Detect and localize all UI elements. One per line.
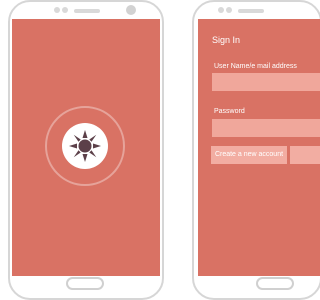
sensor-dot <box>226 7 232 13</box>
sensor-dot <box>54 7 60 13</box>
username-label: User Name/e mail address <box>214 63 297 70</box>
speaker <box>238 9 264 13</box>
sign-in-button[interactable] <box>290 146 320 164</box>
sensor-dot <box>218 7 224 13</box>
splash-screen <box>12 19 160 276</box>
password-input[interactable] <box>212 119 320 137</box>
password-label: Password <box>214 108 245 115</box>
create-account-button[interactable]: Create a new account <box>211 146 287 164</box>
logo-badge <box>62 123 108 169</box>
logo-ring <box>45 106 125 186</box>
home-button[interactable] <box>256 277 294 290</box>
signin-screen: Sign In User Name/e mail address Passwor… <box>198 19 320 276</box>
username-input[interactable] <box>212 73 320 91</box>
sensor-dot <box>62 7 68 13</box>
phone-signin: Sign In User Name/e mail address Passwor… <box>192 0 320 300</box>
speaker <box>74 9 100 13</box>
front-camera <box>126 5 136 15</box>
sun-icon <box>69 130 101 162</box>
page-title: Sign In <box>212 35 241 45</box>
phone-splash <box>8 0 164 300</box>
home-button[interactable] <box>66 277 104 290</box>
